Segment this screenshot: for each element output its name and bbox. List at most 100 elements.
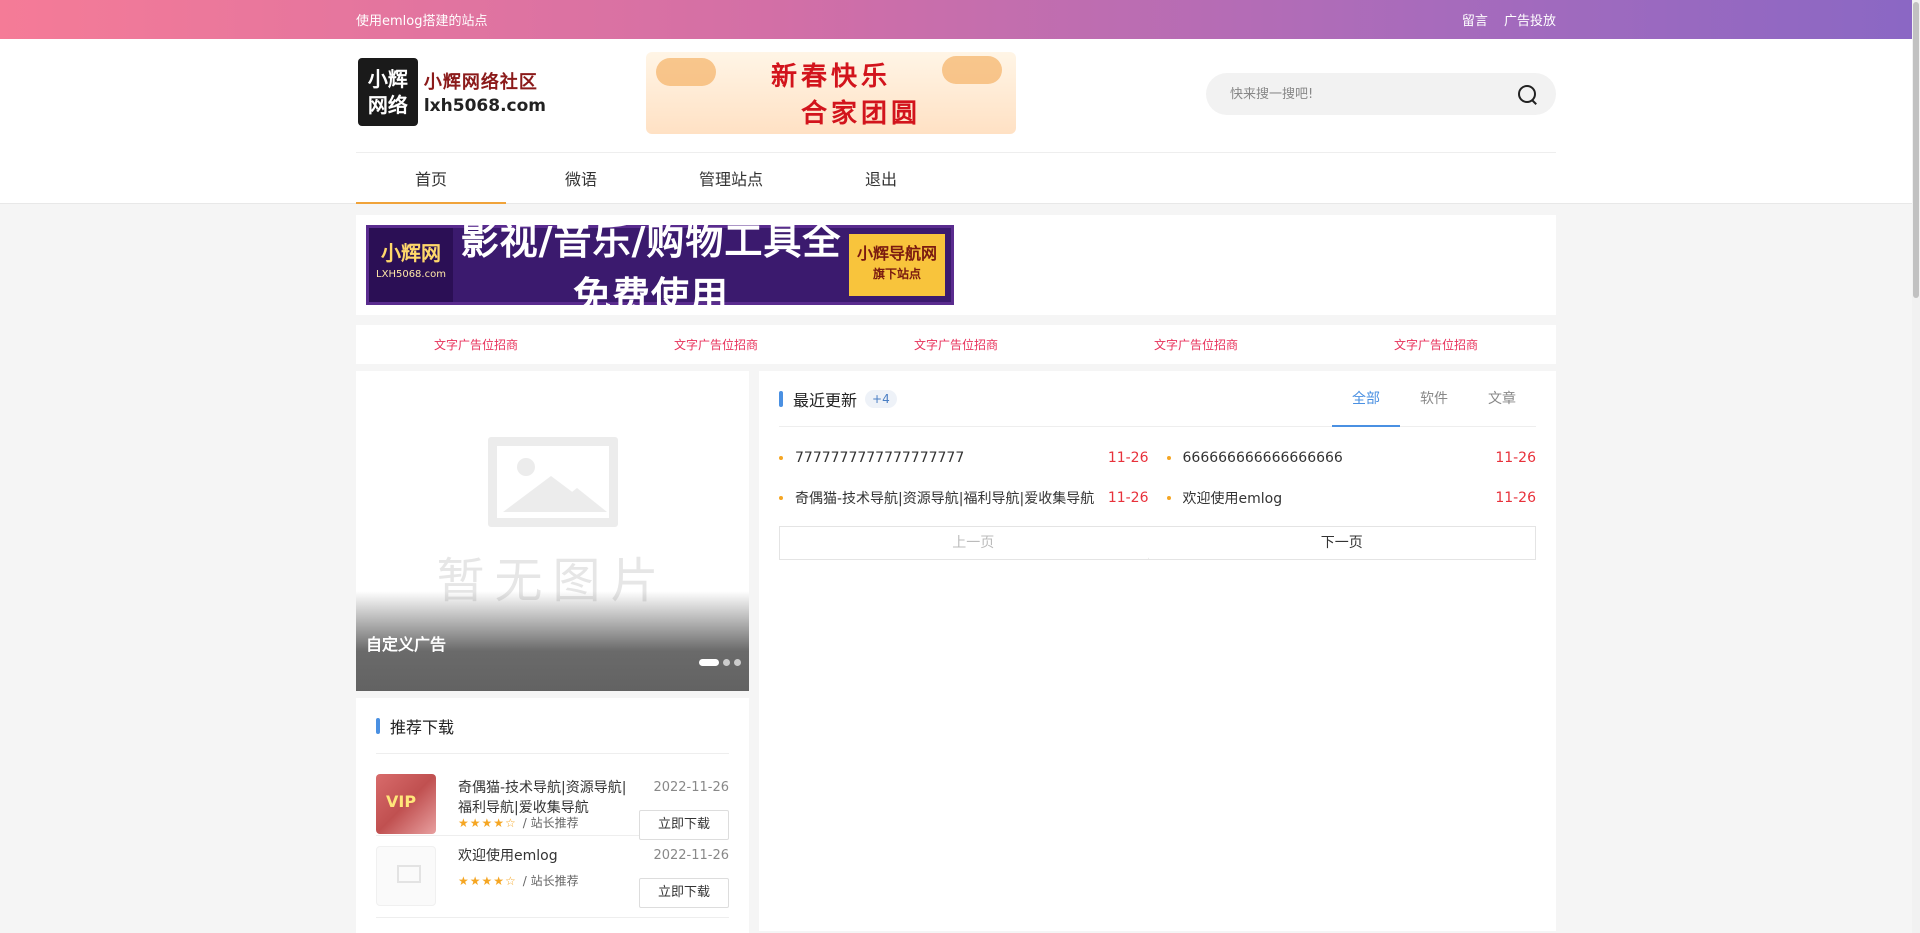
recent-title: 最近更新 <box>793 390 858 410</box>
nav-item-weiyu[interactable]: 微语 <box>506 153 656 204</box>
download-date: 2022-11-26 <box>653 780 729 795</box>
slider-caption: 自定义广告 <box>366 635 447 654</box>
slider-dot[interactable] <box>723 659 730 666</box>
post-item[interactable]: 欢迎使用emlog 11-26 <box>1166 478 1536 518</box>
guestbook-link[interactable]: 留言 <box>1462 14 1488 29</box>
slider-dot[interactable] <box>699 659 719 666</box>
download-button[interactable]: 立即下载 <box>639 878 729 908</box>
post-date: 11-26 <box>1107 490 1149 506</box>
main-content: 暂无图片 自定义广告 推荐下载 VIP 奇偶猫-技术导航|资源导航|福利导航|爱… <box>356 371 1556 933</box>
logo-domain: lxh5068.com <box>423 96 546 116</box>
title-bar-decoration <box>779 390 783 407</box>
ad-banner-brand-domain: LXH5068.com <box>376 269 446 280</box>
spring-festival-banner: 新春快乐 合家团圆 <box>646 52 1016 134</box>
nav-item-admin[interactable]: 管理站点 <box>656 153 806 204</box>
prev-page-button[interactable]: 上一页 <box>779 526 1168 560</box>
ad-banner-section: 小辉网 LXH5068.com 影视/音乐/购物工具全免费使用 小辉导航网 旗下… <box>356 215 1556 318</box>
search-input[interactable] <box>1230 86 1516 102</box>
recent-updates-panel: 最近更新 +4 全部 软件 文章 7777777777777777777 11-… <box>759 371 1556 931</box>
tab-articles[interactable]: 文章 <box>1468 371 1536 427</box>
download-thumbnail[interactable] <box>376 846 436 906</box>
update-count-badge: +4 <box>865 389 897 408</box>
spring-line1: 新春快乐 <box>770 62 891 92</box>
ad-banner-badge: 小辉导航网 旗下站点 <box>849 234 945 296</box>
text-ad-link[interactable]: 文字广告位招商 <box>1316 336 1556 353</box>
ad-banner-image[interactable]: 小辉网 LXH5068.com 影视/音乐/购物工具全免费使用 小辉导航网 旗下… <box>366 219 954 318</box>
search-box <box>1206 73 1556 115</box>
cloud-decoration <box>942 56 1002 84</box>
text-ad-link[interactable]: 文字广告位招商 <box>356 336 596 353</box>
download-title[interactable]: 奇偶猫-技术导航|资源导航|福利导航|爱收集导航 <box>458 778 638 818</box>
logo-mark: 小辉 网络 <box>358 58 418 126</box>
image-placeholder-icon <box>487 437 618 527</box>
post-title[interactable]: 666666666666666666 <box>1183 450 1484 466</box>
download-tag: / 站长推荐 <box>522 874 579 888</box>
tab-software[interactable]: 软件 <box>1400 371 1468 427</box>
logo-mark-line2: 网络 <box>367 93 408 117</box>
text-ad-link[interactable]: 文字广告位招商 <box>1076 336 1316 353</box>
download-tag: / 站长推荐 <box>522 816 579 830</box>
post-item[interactable]: 666666666666666666 11-26 <box>1166 438 1536 478</box>
bullet-icon <box>779 456 783 460</box>
post-title[interactable]: 奇偶猫-技术导航|资源导航|福利导航|爱收集导航 <box>795 488 1096 508</box>
logo-mark-line1: 小辉 <box>367 67 408 91</box>
download-date: 2022-11-26 <box>653 848 729 863</box>
post-title[interactable]: 欢迎使用emlog <box>1183 488 1484 508</box>
site-tagline: 使用emlog搭建的站点 <box>356 14 488 29</box>
top-links: 留言 广告投放 <box>1450 10 1556 29</box>
post-date: 11-26 <box>1107 450 1149 466</box>
logo-text: 小辉网络社区 lxh5068.com <box>424 68 546 116</box>
left-column: 暂无图片 自定义广告 推荐下载 VIP 奇偶猫-技术导航|资源导航|福利导航|爱… <box>356 371 749 933</box>
list-item: VIP 奇偶猫-技术导航|资源导航|福利导航|爱收集导航 ★★★★☆ / 站长推荐… <box>376 754 729 840</box>
nav-item-home[interactable]: 首页 <box>356 153 506 204</box>
title-bar-decoration <box>376 717 380 734</box>
next-page-button[interactable]: 下一页 <box>1147 526 1536 560</box>
slider-dot[interactable] <box>734 659 741 666</box>
rating-stars: ★★★★☆ <box>458 874 517 888</box>
recent-header: 最近更新 +4 全部 软件 文章 <box>779 371 1536 427</box>
cloud-decoration <box>656 58 716 86</box>
image-slider[interactable]: 暂无图片 自定义广告 <box>356 371 749 691</box>
main-nav: 首页 微语 管理站点 退出 <box>356 153 956 204</box>
tab-all[interactable]: 全部 <box>1332 371 1400 427</box>
post-item[interactable]: 7777777777777777777 11-26 <box>779 438 1149 478</box>
rating-stars: ★★★★☆ <box>458 816 517 830</box>
text-ad-link[interactable]: 文字广告位招商 <box>836 336 1076 353</box>
download-meta: ★★★★☆ / 站长推荐 <box>458 872 579 889</box>
category-tabs: 全部 软件 文章 <box>1332 371 1536 427</box>
site-header: 小辉 网络 小辉网络社区 lxh5068.com 新春快乐 合家团圆 首页 微语… <box>0 39 1920 204</box>
recommend-title: 推荐下载 <box>390 717 455 737</box>
ad-placement-link[interactable]: 广告投放 <box>1504 14 1556 29</box>
download-thumbnail[interactable]: VIP <box>376 774 436 834</box>
post-date: 11-26 <box>1495 490 1536 506</box>
recommended-downloads: 推荐下载 VIP 奇偶猫-技术导航|资源导航|福利导航|爱收集导航 ★★★★☆ /… <box>356 698 749 933</box>
section-title: 推荐下载 <box>376 698 729 754</box>
ad-banner-brand-name: 小辉网 <box>381 241 441 265</box>
download-meta: ★★★★☆ / 站长推荐 <box>458 814 579 831</box>
post-item[interactable]: 奇偶猫-技术导航|资源导航|福利导航|爱收集导航 11-26 <box>779 478 1149 518</box>
spring-line2: 合家团圆 <box>800 99 921 129</box>
top-bar: 使用emlog搭建的站点 留言 广告投放 <box>0 0 1920 39</box>
logo-title: 小辉网络社区 <box>423 72 538 93</box>
page-scrollbar[interactable] <box>1912 0 1920 933</box>
scrollbar-thumb[interactable] <box>1913 2 1919 298</box>
list-item: 欢迎使用emlog ★★★★☆ / 站长推荐 2022-11-26 立即下载 <box>376 836 729 918</box>
post-list: 7777777777777777777 11-26 66666666666666… <box>779 427 1536 518</box>
post-title[interactable]: 7777777777777777777 <box>795 450 1096 466</box>
site-logo[interactable]: 小辉 网络 小辉网络社区 lxh5068.com <box>358 56 546 128</box>
bullet-icon <box>1166 456 1171 460</box>
thumbnail-text: VIP <box>386 792 417 811</box>
bullet-icon <box>779 496 783 500</box>
slider-dots <box>695 659 741 666</box>
ad-banner-badge-title: 小辉导航网 <box>856 244 937 263</box>
ad-banner-brand: 小辉网 LXH5068.com <box>369 228 453 302</box>
pagination: 上一页 下一页 <box>779 526 1536 562</box>
ad-banner-text: 影视/音乐/购物工具全免费使用 <box>460 219 842 318</box>
text-ad-link[interactable]: 文字广告位招商 <box>596 336 836 353</box>
search-icon[interactable] <box>1516 83 1538 105</box>
text-ads-row: 文字广告位招商 文字广告位招商 文字广告位招商 文字广告位招商 文字广告位招商 <box>356 325 1556 364</box>
nav-item-logout[interactable]: 退出 <box>806 153 956 204</box>
ad-banner-badge-sub: 旗下站点 <box>872 267 921 281</box>
download-title[interactable]: 欢迎使用emlog <box>458 846 638 866</box>
bullet-icon <box>1166 496 1171 500</box>
